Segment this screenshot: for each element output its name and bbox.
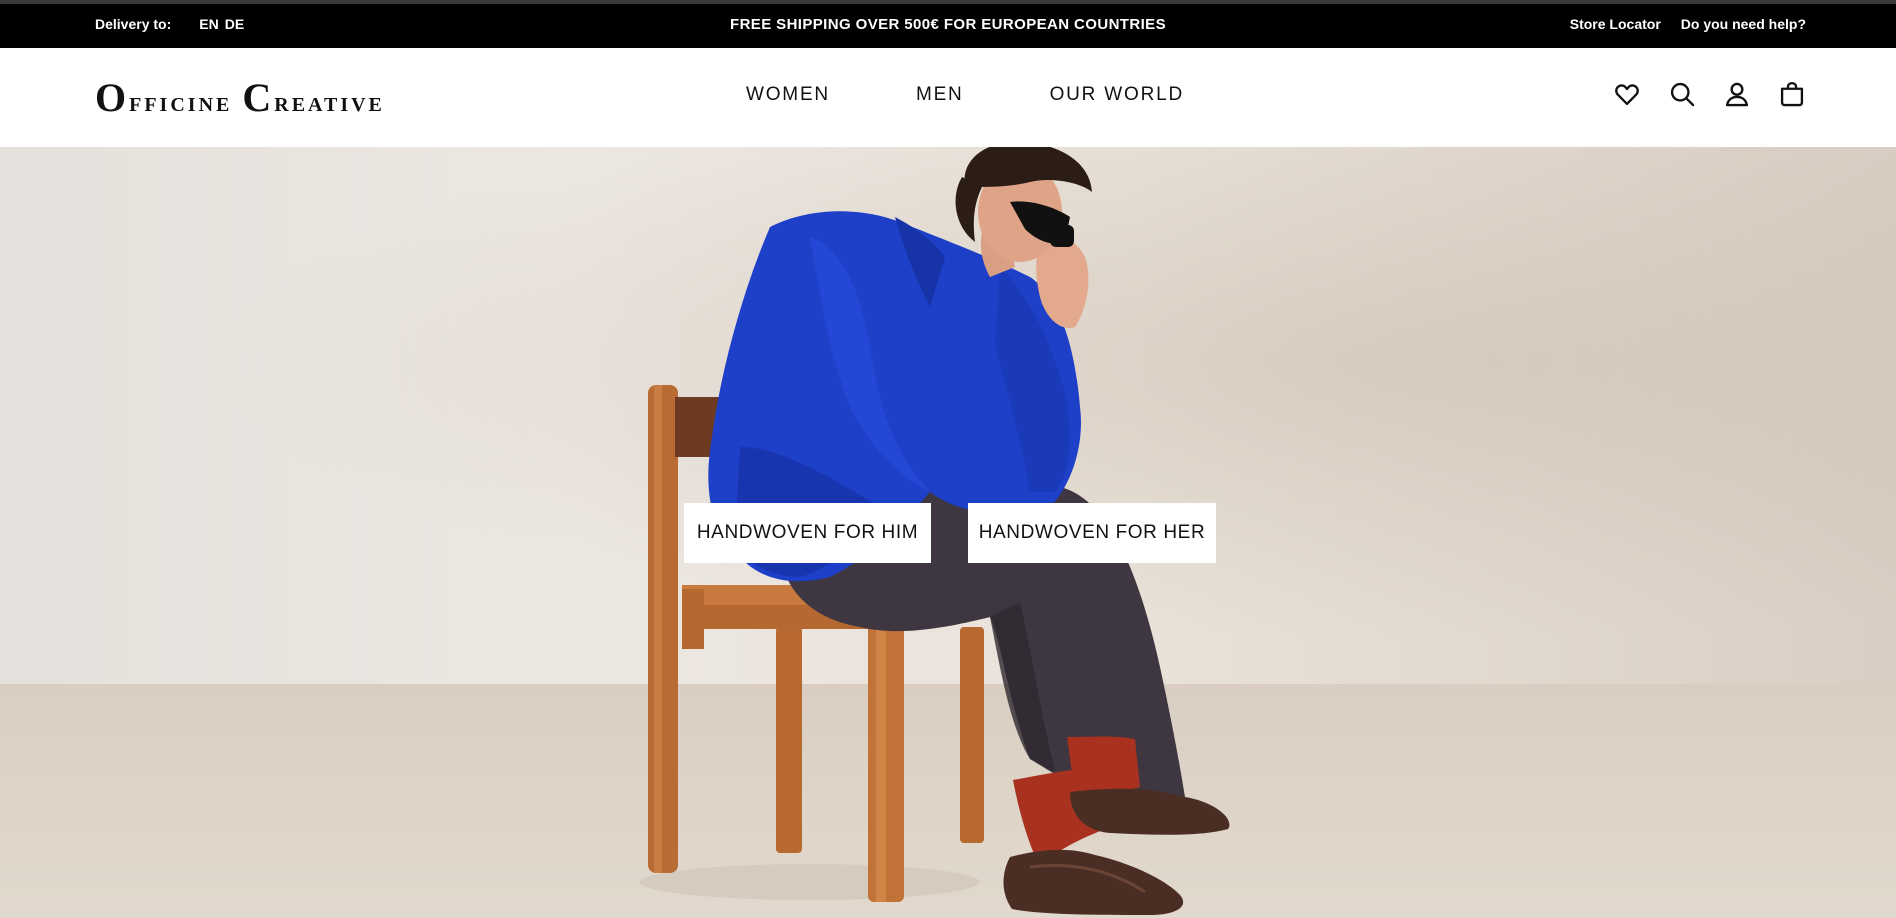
language-de-link[interactable]: DE (225, 16, 244, 32)
hero-banner: HANDWOVEN FOR HIM HANDWOVEN FOR HER (0, 147, 1896, 918)
nav-men[interactable]: MEN (916, 84, 964, 106)
user-icon (1725, 82, 1748, 106)
search-icon (1670, 82, 1694, 106)
language-en-link[interactable]: EN (199, 16, 218, 32)
store-locator-link[interactable]: Store Locator (1570, 16, 1661, 32)
announcement-bar: Delivery to: EN DE FREE SHIPPING OVER 50… (0, 0, 1896, 48)
main-navigation: WOMEN MEN OUR WORLD (746, 84, 1184, 106)
cart-button[interactable] (1777, 79, 1806, 108)
shopping-bag-icon (1780, 81, 1803, 106)
shipping-announcement: FREE SHIPPING OVER 500€ FOR EUROPEAN COU… (730, 16, 1166, 33)
handwoven-for-her-button[interactable]: HANDWOVEN FOR HER (968, 503, 1216, 563)
delivery-selector: Delivery to: EN DE (95, 16, 244, 32)
help-link[interactable]: Do you need help? (1681, 16, 1806, 32)
handwoven-for-him-button[interactable]: HANDWOVEN FOR HIM (684, 503, 931, 563)
brand-logo[interactable]: Officine Creative (95, 74, 385, 121)
search-button[interactable] (1667, 79, 1696, 108)
wishlist-button[interactable] (1612, 79, 1641, 108)
hero-model-image (640, 147, 1230, 915)
account-button[interactable] (1722, 79, 1751, 108)
site-header: Officine Creative WOMEN MEN OUR WORLD (0, 48, 1896, 147)
nav-our-world[interactable]: OUR WORLD (1050, 84, 1184, 106)
heart-icon (1614, 83, 1639, 105)
nav-women[interactable]: WOMEN (746, 84, 830, 106)
delivery-label: Delivery to: (95, 16, 172, 32)
header-actions (1612, 79, 1806, 108)
